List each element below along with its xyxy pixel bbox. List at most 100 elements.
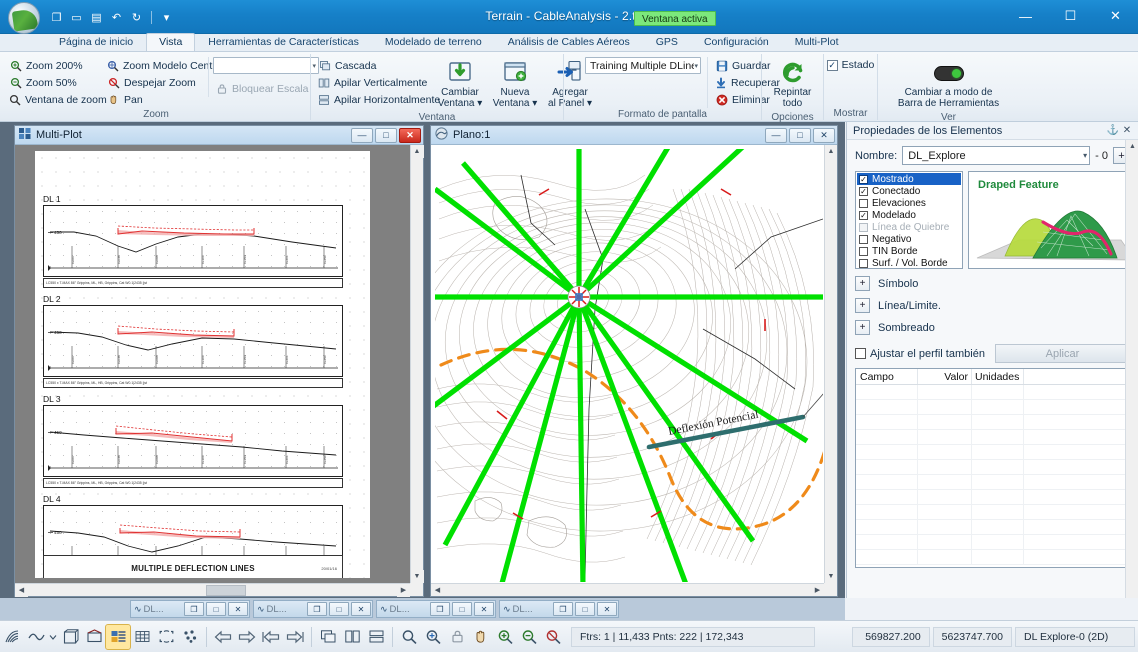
expander-icon[interactable]: + — [855, 320, 870, 335]
table-row[interactable] — [856, 535, 1129, 550]
scroll-left-icon[interactable]: ◀ — [431, 584, 444, 597]
estado-checkbox[interactable]: ✓ Estado — [827, 59, 875, 71]
pan-hand-icon[interactable] — [469, 625, 493, 649]
scroll-right-icon[interactable]: ▶ — [811, 584, 824, 597]
table-row[interactable] — [856, 460, 1129, 475]
tab-analisis-de-cables-aereos[interactable]: Análisis de Cables Aéreos — [495, 33, 643, 51]
option-elevaciones[interactable]: Elevaciones — [857, 197, 961, 209]
option-modelado[interactable]: ✓ Modelado — [857, 209, 961, 221]
multiplot-layout-icon[interactable] — [106, 625, 130, 649]
profile-wave-icon[interactable] — [24, 625, 48, 649]
name-combo[interactable]: DL_Explore ▾ — [902, 146, 1090, 165]
minimized-window-dl-2[interactable]: ∿ DL... ❐ □ ✕ — [253, 600, 373, 618]
multiplot-resize-grip[interactable] — [410, 583, 423, 596]
table-row[interactable] — [856, 445, 1129, 460]
apilar-horizontalmente-button[interactable]: Apilar Horizontalmente — [315, 91, 427, 108]
minimize-button[interactable]: — — [1003, 0, 1048, 32]
scroll-up-icon[interactable]: ▲ — [825, 145, 838, 158]
tab-vista[interactable]: Vista — [146, 33, 195, 51]
select-region-icon[interactable] — [154, 625, 178, 649]
close-button[interactable]: ✕ — [597, 602, 617, 616]
points-cloud-icon[interactable] — [178, 625, 202, 649]
zoom-out-icon[interactable] — [517, 625, 541, 649]
cross-section-icon[interactable] — [82, 625, 106, 649]
table-row[interactable] — [856, 505, 1129, 520]
minimized-window-dl-4[interactable]: ∿ DL... ❐ □ ✕ — [499, 600, 619, 618]
customize-qat-icon[interactable]: ▾ — [158, 9, 175, 26]
close-button[interactable]: ✕ — [228, 602, 248, 616]
open-folder-icon[interactable]: ▭ — [68, 9, 85, 26]
plano-resize-grip[interactable] — [824, 583, 837, 596]
zoom-extents-icon[interactable] — [421, 625, 445, 649]
plano-hscrollbar[interactable]: ◀ ▶ — [431, 583, 824, 596]
close-button[interactable]: ✕ — [474, 602, 494, 616]
maximize-button[interactable]: □ — [575, 602, 595, 616]
redo-icon[interactable]: ↻ — [128, 9, 145, 26]
maximize-button[interactable]: □ — [329, 602, 349, 616]
tile-horizontal-icon[interactable] — [364, 625, 388, 649]
scroll-down-icon[interactable]: ▼ — [825, 570, 838, 583]
scroll-right-icon[interactable]: ▶ — [397, 584, 410, 597]
tab-herramientas-de-caracteristicas[interactable]: Herramientas de Características — [195, 33, 372, 51]
table-row[interactable] — [856, 475, 1129, 490]
dropdown-arrow-icon[interactable] — [48, 625, 58, 649]
save-icon[interactable]: ▤ — [88, 9, 105, 26]
cascade-windows-icon[interactable] — [316, 625, 340, 649]
plano-minimize-button[interactable]: — — [765, 128, 787, 143]
table-row[interactable] — [856, 415, 1129, 430]
nav-right-icon[interactable] — [235, 625, 259, 649]
nav-first-icon[interactable] — [259, 625, 283, 649]
tile-vertical-icon[interactable] — [340, 625, 364, 649]
table-row[interactable] — [856, 550, 1129, 565]
tab-pagina-de-inicio[interactable]: Página de inicio — [46, 33, 146, 51]
repintar-todo-button[interactable]: Repintar todo — [766, 57, 819, 111]
cambiar-modo-barra-herramientas-button[interactable]: Cambiar a modo de Barra de Herramientas — [882, 57, 1015, 111]
restore-button[interactable]: ❐ — [430, 602, 450, 616]
multiplot-vscrollbar[interactable]: ▲ ▼ — [410, 145, 423, 583]
close-button[interactable]: ✕ — [1093, 0, 1138, 32]
properties-panel-scrollbar[interactable]: ▲ — [1125, 140, 1138, 598]
tab-multi-plot[interactable]: Multi-Plot — [782, 33, 852, 51]
accordion-sombreado[interactable]: + Sombreado — [855, 320, 1130, 335]
table-row[interactable] — [856, 520, 1129, 535]
nav-last-icon[interactable] — [283, 625, 307, 649]
maximize-button[interactable]: ☐ — [1048, 0, 1093, 32]
option-mostrado[interactable]: ✓ Mostrado — [857, 173, 961, 185]
cascada-button[interactable]: Cascada — [315, 57, 427, 74]
despejar-zoom-button[interactable]: Despejar Zoom — [104, 74, 208, 91]
table-row[interactable] — [856, 385, 1129, 400]
undo-icon[interactable]: ↶ — [108, 9, 125, 26]
pin-icon[interactable]: ⚓ — [1106, 125, 1120, 136]
cambiar-ventana-button[interactable]: Cambiar Ventana ▾ — [433, 57, 487, 111]
plano-map-canvas[interactable]: Deflexión Potencial — [435, 149, 823, 582]
minimized-window-dl-3[interactable]: ∿ DL... ❐ □ ✕ — [376, 600, 496, 618]
close-button[interactable]: ✕ — [351, 602, 371, 616]
zoom-200-button[interactable]: Zoom 200% — [6, 57, 104, 74]
lock-scale-icon[interactable] — [445, 625, 469, 649]
plano-maximize-button[interactable]: □ — [789, 128, 811, 143]
display-options-list[interactable]: ✓ Mostrado ✓ Conectado Elevaciones ✓ Mod… — [855, 171, 963, 269]
multiplot-maximize-button[interactable]: □ — [375, 128, 397, 143]
apilar-verticalmente-button[interactable]: Apilar Verticalmente — [315, 74, 427, 91]
multiplot-hscrollbar[interactable]: ◀ ▶ — [15, 583, 410, 596]
close-icon[interactable]: ✕ — [1120, 125, 1134, 136]
option-negativo[interactable]: Negativo — [857, 233, 961, 245]
expander-icon[interactable]: + — [855, 298, 870, 313]
tab-modelado-de-terreno[interactable]: Modelado de terreno — [372, 33, 495, 51]
zoom-window-icon[interactable] — [397, 625, 421, 649]
properties-table[interactable]: Campo Valor Unidades — [855, 368, 1130, 568]
minimized-window-dl-1[interactable]: ∿ DL... ❐ □ ✕ — [130, 600, 250, 618]
contours-icon[interactable] — [0, 625, 24, 649]
multiplot-title-bar[interactable]: Multi-Plot — □ ✕ — [15, 126, 423, 145]
application-menu-orb[interactable] — [8, 2, 40, 34]
zoom-window-button[interactable]: Ventana de zoom — [6, 91, 104, 108]
maximize-button[interactable]: □ — [206, 602, 226, 616]
zoom-scale-combo[interactable]: ▾ — [213, 57, 319, 74]
apply-button[interactable]: Aplicar — [995, 344, 1130, 363]
plano-title-bar[interactable]: Plano:1 — □ ✕ — [431, 126, 837, 145]
table-row[interactable] — [856, 400, 1129, 415]
scroll-left-icon[interactable]: ◀ — [15, 584, 28, 597]
view-3d-box-icon[interactable] — [58, 625, 82, 649]
scroll-up-icon[interactable]: ▲ — [411, 145, 424, 158]
restore-button[interactable]: ❐ — [307, 602, 327, 616]
